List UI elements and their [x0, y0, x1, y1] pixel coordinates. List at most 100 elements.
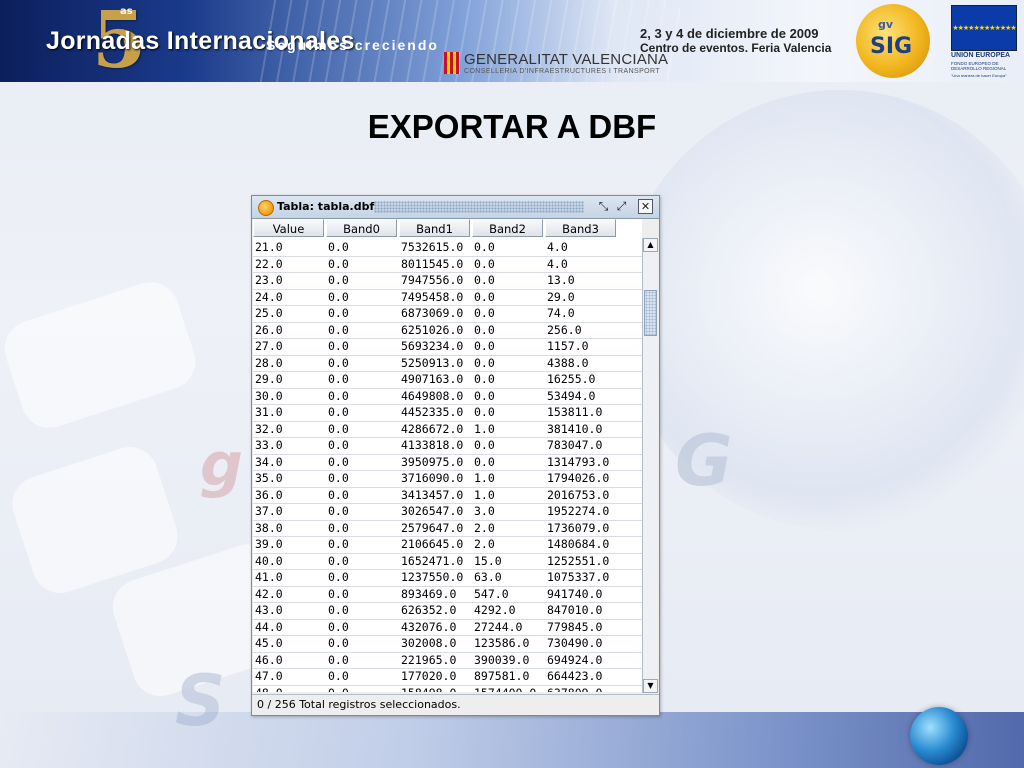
- table-cell: 0.0: [474, 322, 495, 337]
- table-cell: 0.0: [474, 388, 495, 403]
- table-cell: 7947556.0: [401, 273, 464, 287]
- table-row[interactable]: 47.0 0.0 177020.0 897581.0 664423.0: [253, 669, 642, 686]
- table-row[interactable]: 31.0 0.0 4452335.0 0.0 153811.0: [253, 405, 642, 422]
- table-cell: 1574400.0: [472, 686, 545, 693]
- table-cell: 0.0: [474, 273, 495, 287]
- table-cell: 7532615.0: [401, 240, 464, 254]
- eu-fund: FONDO EUROPEO DE DESARROLLO REGIONAL: [951, 61, 1007, 71]
- table-row[interactable]: 26.0 0.0 6251026.0 0.0 256.0: [253, 322, 642, 339]
- maximize-icon[interactable]: ⤢: [614, 199, 629, 214]
- table-cell: 1952274.0: [547, 504, 610, 518]
- table-cell: 302008.0: [401, 636, 457, 650]
- table-cell: 0.0: [328, 256, 349, 271]
- table-cell: 0.0: [328, 553, 349, 568]
- table-cell: 390039.0: [474, 652, 530, 667]
- table-cell: 897581.0: [474, 669, 530, 683]
- table-row[interactable]: 30.0 0.0 4649808.0 0.0 53494.0: [253, 388, 642, 405]
- table-cell: 35.0: [255, 471, 283, 485]
- scroll-thumb[interactable]: [644, 290, 657, 336]
- table-cell: 730490.0: [547, 636, 603, 650]
- table-cell: 32.0: [255, 421, 283, 436]
- table-cell: 1314793.0: [547, 454, 610, 469]
- eu-motto: "Una manera de hacer Europa": [951, 73, 1007, 78]
- table-cell: 8011545.0: [401, 256, 464, 271]
- table-cell: 4907163.0: [401, 372, 464, 386]
- table-row[interactable]: 23.0 0.0 7947556.0 0.0 13.0: [253, 273, 642, 290]
- table-row[interactable]: 36.0 0.0 3413457.0 1.0 2016753.0: [253, 487, 642, 504]
- data-table[interactable]: Value Band0 Band1 Band2 Band3 21.0 0.0 7532615…: [253, 219, 642, 692]
- sponsor-subtitle: CONSELLERIA D'INFRAESTRUCTURES I TRANSPO…: [464, 68, 661, 75]
- table-cell: 45.0: [255, 636, 283, 650]
- table-cell: 3413457.0: [401, 487, 464, 502]
- column-header[interactable]: Band1: [399, 219, 470, 237]
- table-cell: 0.0: [328, 487, 349, 502]
- table-cell: 4133818.0: [401, 438, 464, 452]
- table-cell: 177020.0: [401, 669, 457, 683]
- table-row[interactable]: 43.0 0.0 626352.0 4292.0 847010.0: [253, 603, 642, 620]
- table-row[interactable]: 24.0 0.0 7495458.0 0.0 29.0: [253, 290, 642, 306]
- table-row[interactable]: 44.0 0.0 432076.0 27244.0 779845.0: [253, 620, 642, 636]
- table-cell: 0.0: [328, 570, 349, 584]
- background-watermark-letter: G: [675, 420, 733, 502]
- column-header[interactable]: Band2: [472, 219, 543, 237]
- table-row[interactable]: 46.0 0.0 221965.0 390039.0 694924.0: [253, 652, 642, 669]
- table-cell: 0.0: [328, 240, 349, 254]
- table-row[interactable]: 40.0 0.0 1652471.0 15.0 1252551.0: [253, 553, 642, 570]
- table-row[interactable]: 45.0 0.0 302008.0 123586.0 730490.0: [253, 636, 642, 653]
- column-header[interactable]: Band0: [326, 219, 397, 237]
- scroll-up-icon[interactable]: ▲: [643, 238, 658, 252]
- table-cell: 5250913.0: [401, 355, 464, 370]
- table-row[interactable]: 27.0 0.0 5693234.0 0.0 1157.0: [253, 339, 642, 356]
- table-cell: 0.0: [328, 273, 349, 287]
- table-cell: 0.0: [328, 438, 349, 452]
- column-header[interactable]: Band3: [545, 219, 616, 237]
- table-row[interactable]: 34.0 0.0 3950975.0 0.0 1314793.0: [253, 454, 642, 471]
- table-row[interactable]: 25.0 0.0 6873069.0 0.0 74.0: [253, 306, 642, 323]
- table-cell: 26.0: [255, 322, 283, 337]
- table-cell: 1.0: [474, 421, 495, 436]
- table-cell: 6873069.0: [401, 306, 464, 320]
- table-cell: 1075337.0: [547, 570, 610, 584]
- vertical-scrollbar[interactable]: ▲ ▼: [642, 238, 658, 693]
- table-cell: 2.0: [474, 537, 495, 551]
- table-cell: 0.0: [474, 438, 495, 452]
- table-row[interactable]: 42.0 0.0 893469.0 547.0 941740.0: [253, 587, 642, 603]
- table-row[interactable]: 38.0 0.0 2579647.0 2.0 1736079.0: [253, 521, 642, 537]
- close-icon[interactable]: ✕: [638, 199, 653, 214]
- table-row[interactable]: 21.0 0.0 7532615.0 0.0 4.0: [253, 240, 642, 257]
- table-window: Tabla: tabla.dbf ⤡ ⤢ ✕ Value Band0 Band1 Ba…: [251, 195, 660, 716]
- table-cell: 1.0: [474, 487, 495, 502]
- table-cell: 33.0: [255, 438, 283, 452]
- window-titlebar[interactable]: Tabla: tabla.dbf ⤡ ⤢ ✕: [252, 196, 659, 219]
- table-cell: 0.0: [328, 669, 349, 683]
- table-cell: 0.0: [328, 339, 349, 353]
- table-row[interactable]: 37.0 0.0 3026547.0 3.0 1952274.0: [253, 504, 642, 521]
- table-row[interactable]: 28.0 0.0 5250913.0 0.0 4388.0: [253, 355, 642, 372]
- header-banner: 5 as Jornadas Internacionales Seguimos c…: [0, 0, 1024, 82]
- table-cell: 27.0: [255, 339, 283, 353]
- table-row[interactable]: 48.00.0158498.01574400.0637809.0: [253, 686, 642, 693]
- table-cell: 41.0: [255, 570, 283, 584]
- table-cell: 0.0: [328, 471, 349, 485]
- restore-icon[interactable]: ⤡: [596, 199, 611, 214]
- table-cell: 1157.0: [547, 339, 589, 353]
- scroll-down-icon[interactable]: ▼: [643, 679, 658, 693]
- event-tagline: Seguimos creciendo: [266, 37, 439, 53]
- table-cell: 3026547.0: [401, 504, 464, 518]
- table-row[interactable]: 35.0 0.0 3716090.0 1.0 1794026.0: [253, 471, 642, 488]
- table-row[interactable]: 22.0 0.0 8011545.0 0.0 4.0: [253, 256, 642, 273]
- table-row[interactable]: 33.0 0.0 4133818.0 0.0 783047.0: [253, 438, 642, 455]
- table-row[interactable]: 32.0 0.0 4286672.0 1.0 381410.0: [253, 421, 642, 438]
- table-row[interactable]: 29.0 0.0 4907163.0 0.0 16255.0: [253, 372, 642, 389]
- table-cell: 0.0: [474, 339, 495, 353]
- generalitat-logo-icon: [444, 52, 460, 74]
- table-cell: 63.0: [474, 570, 502, 584]
- column-header[interactable]: Value: [253, 219, 324, 237]
- table-cell: 3950975.0: [401, 454, 464, 469]
- table-cell: 13.0: [547, 273, 575, 287]
- table-cell: 3.0: [474, 504, 495, 518]
- table-cell: 694924.0: [547, 652, 603, 667]
- table-row[interactable]: 39.0 0.0 2106645.0 2.0 1480684.0: [253, 537, 642, 554]
- table-row[interactable]: 41.0 0.0 1237550.0 63.0 1075337.0: [253, 570, 642, 587]
- table-cell: 847010.0: [547, 603, 603, 617]
